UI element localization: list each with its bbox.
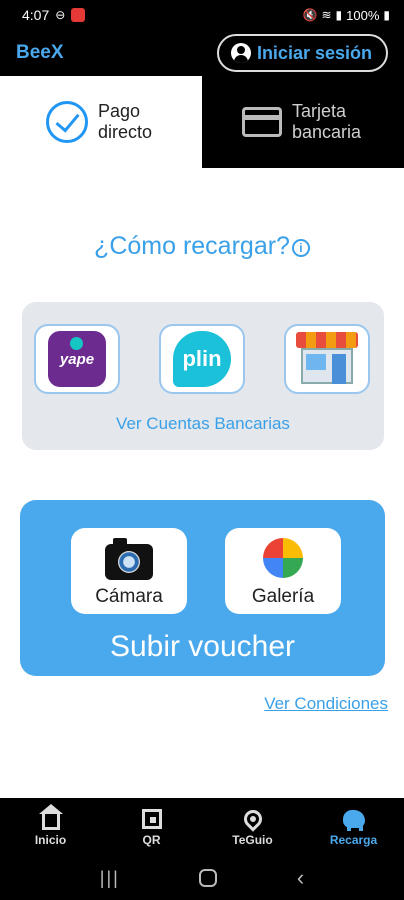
tab-label-line2: directo <box>98 122 153 142</box>
gallery-icon <box>261 536 305 580</box>
brand-logo: BeeX <box>16 42 64 63</box>
nav-label: Recarga <box>329 832 378 847</box>
login-button[interactable]: Iniciar sesión <box>216 34 388 72</box>
tab-label: Tarjeta bancaria <box>292 101 361 143</box>
tab-pago-directo[interactable]: Pago directo <box>0 76 202 168</box>
howto-heading: ¿Cómo recargar? i <box>0 232 404 261</box>
camera-label: Cámara <box>95 586 163 607</box>
status-left: 4:07 ⊖ <box>22 7 86 23</box>
app-notification-icon <box>71 8 86 22</box>
camera-icon <box>105 538 153 580</box>
bottom-nav: Inicio QR TeGuio Recarga <box>0 798 404 856</box>
do-not-disturb-icon: ⊖ <box>55 8 66 22</box>
payment-methods-card: yape plin Ver Cuentas Bancarias <box>22 302 384 450</box>
nav-label: TeGuio <box>232 832 273 847</box>
tab-label-line1: Pago <box>98 101 141 121</box>
app-header: BeeX Iniciar sesión <box>0 30 404 76</box>
tab-label: Pago directo <box>98 101 152 143</box>
plin-logo-text: plin <box>182 346 222 371</box>
tab-label-line1: Tarjeta <box>292 101 347 121</box>
nav-label: QR <box>142 832 161 847</box>
login-label: Iniciar sesión <box>256 42 372 63</box>
system-nav-bar: ||| ‹ <box>0 856 404 900</box>
plin-logo-icon: plin <box>173 331 231 387</box>
nav-label: Inicio <box>34 832 67 847</box>
qr-icon <box>141 808 163 830</box>
signal-icon: ▮ <box>335 8 343 22</box>
nav-item-inicio[interactable]: Inicio <box>0 798 101 856</box>
upload-voucher-title: Subir voucher <box>109 630 296 663</box>
piggy-bank-icon <box>342 808 365 831</box>
nav-item-recarga[interactable]: Recarga <box>303 798 404 856</box>
store-icon <box>296 332 358 386</box>
tab-label-line2: bancaria <box>292 122 362 142</box>
bank-accounts-link[interactable]: Ver Cuentas Bancarias <box>22 414 384 434</box>
check-circle-icon <box>46 101 88 143</box>
status-time: 4:07 <box>22 7 50 23</box>
nav-item-qr[interactable]: QR <box>101 798 202 856</box>
camera-button[interactable]: Cámara <box>71 528 187 614</box>
wifi-icon: ≋ <box>321 8 332 22</box>
mute-icon: 🔇 <box>302 8 318 22</box>
yape-logo-icon: yape <box>48 331 106 387</box>
plin-option[interactable]: plin <box>159 324 245 394</box>
info-icon[interactable]: i <box>291 239 310 257</box>
home-icon <box>38 803 63 830</box>
tab-tarjeta-bancaria[interactable]: Tarjeta bancaria <box>202 76 404 168</box>
upload-voucher-card: Cámara Galería Subir voucher <box>20 500 385 676</box>
payment-tabs: Pago directo Tarjeta bancaria <box>0 76 404 168</box>
status-bar: 4:07 ⊖ 🔇 ≋ ▮ 100% ▮ <box>0 0 404 30</box>
home-button-icon[interactable] <box>199 869 218 887</box>
battery-icon: ▮ <box>383 8 390 22</box>
yape-logo-text: yape <box>59 350 95 368</box>
location-pin-icon <box>239 805 266 832</box>
howto-title: ¿Cómo recargar? <box>94 232 290 260</box>
recent-apps-icon[interactable]: ||| <box>100 868 120 889</box>
conditions-link[interactable]: Ver Condiciones <box>264 694 388 714</box>
back-icon[interactable]: ‹ <box>297 865 304 891</box>
credit-card-icon <box>242 107 282 137</box>
store-option[interactable] <box>284 324 370 394</box>
user-icon <box>230 43 251 63</box>
gallery-label: Galería <box>251 586 315 607</box>
gallery-button[interactable]: Galería <box>225 528 341 614</box>
status-right: 🔇 ≋ ▮ 100% ▮ <box>303 8 390 23</box>
nav-item-teguio[interactable]: TeGuio <box>202 798 303 856</box>
battery-level: 100% <box>346 7 380 23</box>
yape-option[interactable]: yape <box>34 324 120 394</box>
